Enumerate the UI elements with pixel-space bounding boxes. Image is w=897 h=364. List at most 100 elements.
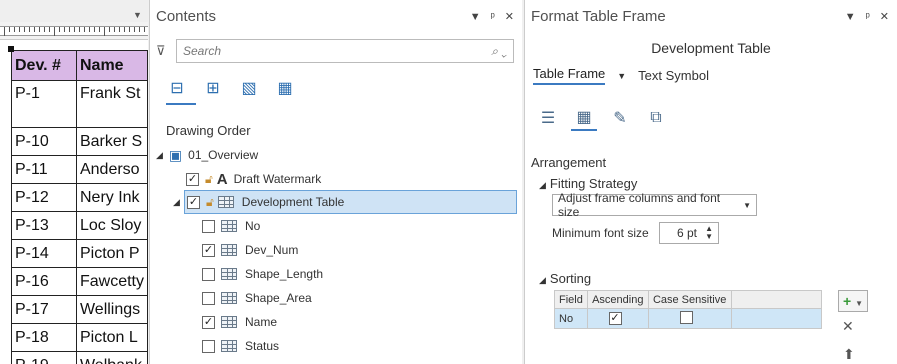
tree-item-field[interactable]: No xyxy=(202,214,260,238)
tab-table-frame[interactable]: Table Frame xyxy=(533,66,606,85)
sort-table[interactable]: Field Ascending Case Sensitive No ✓ xyxy=(553,290,822,329)
tree-item-field[interactable]: Status xyxy=(202,334,279,358)
collapse-arrow-icon[interactable]: ◢ xyxy=(156,150,163,161)
tree-item-field[interactable]: ✓ Dev_Num xyxy=(202,238,298,262)
ruler-tick xyxy=(144,27,145,32)
dev-number-cell: P-10 xyxy=(11,127,77,156)
ruler-tick xyxy=(24,27,25,32)
visibility-checkbox[interactable]: ✓ xyxy=(186,172,199,186)
name-cell: Picton L xyxy=(75,323,148,352)
close-icon[interactable]: ✕ xyxy=(880,0,889,34)
field-cell[interactable]: No xyxy=(553,308,589,329)
search-icon[interactable]: ⌕ ⌄ xyxy=(491,44,507,59)
tree-item-field[interactable]: Shape_Length xyxy=(202,262,323,286)
symbol-icon[interactable]: ✎ xyxy=(607,105,633,131)
table-row: P-14 Picton P xyxy=(11,239,148,268)
name-cell: Anderso xyxy=(75,155,148,184)
field-visibility-checkbox[interactable]: ✓ xyxy=(202,315,215,329)
visibility-checkbox[interactable]: ✓ xyxy=(187,195,200,209)
table-header-name: Name xyxy=(75,50,148,81)
section-label: Fitting Strategy xyxy=(549,176,638,191)
tree-item-label: Dev_Num xyxy=(245,243,299,257)
ruler-tick xyxy=(124,27,125,32)
add-sort-button[interactable]: + ▼ xyxy=(838,290,868,312)
ascending-checkbox[interactable]: ✓ xyxy=(608,312,622,325)
map-frame-icon: ▣ xyxy=(168,146,183,163)
ruler-tick xyxy=(94,27,95,32)
table-row: P-11 Anderso xyxy=(11,155,148,184)
name-cell: Wellings xyxy=(75,295,148,324)
chevron-down-icon[interactable]: ▼ xyxy=(617,71,626,81)
lock-icon[interactable]: 🔓︎ xyxy=(205,172,213,187)
list-by-data-source-icon[interactable]: ⊞ xyxy=(202,77,224,99)
collapse-arrow-icon[interactable]: ◢ xyxy=(173,197,180,208)
layout-table-frame[interactable]: Dev. # Name P-1 Frank St P-10 Barker S P-11 A… xyxy=(11,50,148,364)
field-visibility-checkbox[interactable] xyxy=(202,267,215,281)
pane-title: Format Table Frame xyxy=(531,8,666,25)
lock-icon[interactable]: 🔓︎ xyxy=(206,195,214,210)
chevron-down-icon: ▼ xyxy=(743,200,751,210)
case-sensitive-checkbox[interactable] xyxy=(680,310,694,324)
field-visibility-checkbox[interactable] xyxy=(202,219,215,233)
table-row: P-13 Loc Sloy xyxy=(11,211,148,240)
field-visibility-checkbox[interactable] xyxy=(202,339,215,353)
name-cell: Nery Ink xyxy=(75,183,148,212)
horizontal-ruler: ▼ xyxy=(0,0,148,40)
collapse-arrow-icon[interactable]: ◢ xyxy=(539,180,546,190)
element-name: Development Table xyxy=(651,40,771,56)
ruler-tick xyxy=(9,27,10,32)
format-table-frame-pane: Format Table Frame ▼ ᵖ ✕ Development Tab… xyxy=(524,0,897,364)
selection-handle[interactable] xyxy=(8,46,14,52)
list-by-snapping-icon[interactable]: ▦ xyxy=(274,77,296,99)
filter-icon[interactable]: ⊽ xyxy=(156,43,166,59)
options-icon[interactable]: ☰ xyxy=(535,105,561,131)
placement-icon[interactable]: ⧉ xyxy=(643,105,669,131)
table-row[interactable]: No ✓ xyxy=(553,308,822,329)
name-cell: Fawcetty xyxy=(75,267,148,296)
pane-options-icon[interactable]: ▼ xyxy=(845,0,856,34)
name-cell: Welbank xyxy=(75,351,148,364)
field-icon xyxy=(221,292,237,304)
collapse-arrow-icon[interactable]: ◢ xyxy=(539,275,546,285)
move-up-button[interactable]: ⬆ xyxy=(843,346,855,363)
fitting-strategy-heading[interactable]: ◢ Fitting Strategy xyxy=(539,176,637,191)
ruler-tick xyxy=(79,27,80,32)
min-font-size-spinner[interactable]: 6 pt ▲ ▼ xyxy=(659,222,719,244)
dev-number-cell: P-16 xyxy=(11,267,77,296)
search-placeholder: Search xyxy=(183,44,222,58)
tree-item-map-frame[interactable]: ◢ ▣ 01_Overview xyxy=(156,143,258,167)
ruler-tick xyxy=(4,27,5,36)
ruler-tick xyxy=(89,27,90,32)
ruler-tick xyxy=(119,27,120,32)
ruler-tick xyxy=(39,27,40,32)
remove-sort-button[interactable]: ✕ xyxy=(842,318,854,335)
search-input[interactable]: Search ⌕ ⌄ xyxy=(176,39,514,63)
pin-icon[interactable]: ᵖ xyxy=(491,0,495,34)
ruler-tick xyxy=(64,27,65,32)
dev-number-cell: P-18 xyxy=(11,323,77,352)
sorting-heading[interactable]: ◢ Sorting xyxy=(539,271,591,286)
field-visibility-checkbox[interactable]: ✓ xyxy=(202,243,215,257)
pane-options-icon[interactable]: ▼ xyxy=(470,0,481,34)
tab-text-symbol[interactable]: Text Symbol xyxy=(638,68,709,83)
table-frame-options-icon[interactable]: ▦ xyxy=(571,105,597,131)
spinner-arrows-icon[interactable]: ▲ ▼ xyxy=(705,225,713,241)
tree-item-field[interactable]: ✓ Name xyxy=(202,310,277,334)
list-by-selection-icon[interactable]: ▧ xyxy=(238,77,260,99)
close-icon[interactable]: ✕ xyxy=(505,0,514,34)
tree-item-development-table[interactable]: ◢ ✓ 🔓︎ Development Table xyxy=(173,190,517,214)
tree-item-label: Shape_Area xyxy=(245,291,312,305)
pin-icon[interactable]: ᵖ xyxy=(866,0,870,34)
tree-item-draft-watermark[interactable]: ✓ 🔓︎ A Draft Watermark xyxy=(186,167,321,191)
list-by-drawing-order-icon[interactable]: ⊟ xyxy=(166,77,188,99)
section-label: Sorting xyxy=(549,271,592,286)
layout-view[interactable]: ▼ Dev. # Name P-1 Frank St P-10 Barker S P-1… xyxy=(0,0,148,364)
tree-item-label: 01_Overview xyxy=(188,148,259,162)
tree-item-field[interactable]: Shape_Area xyxy=(202,286,312,310)
field-visibility-checkbox[interactable] xyxy=(202,291,215,305)
fitting-strategy-dropdown[interactable]: Adjust frame columns and font size ▼ xyxy=(552,191,757,219)
name-cell: Frank St xyxy=(75,80,148,128)
ruler-tick xyxy=(74,27,75,32)
dev-number-cell: P-19 xyxy=(11,351,77,364)
ruler-tick xyxy=(29,27,30,32)
